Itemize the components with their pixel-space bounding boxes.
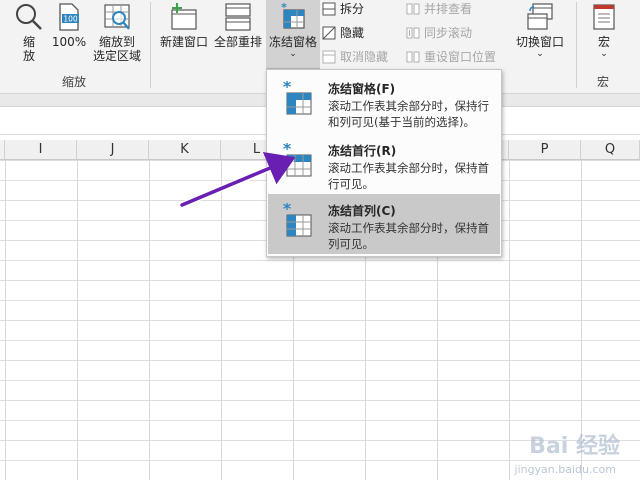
unhide-icon [322,50,336,64]
unhide-button[interactable]: 取消隐藏 [322,48,388,66]
column-header[interactable]: P [509,140,581,160]
page-100-icon: 100 [59,3,79,31]
switch-windows-icon [527,3,553,30]
hide-label: 隐藏 [340,26,365,40]
column-header[interactable]: I [5,140,77,160]
arrange-all-button[interactable]: 全部重排 [212,2,264,49]
zoom-100-button[interactable]: 100 100% [50,2,88,49]
chevron-down-icon: ⌄ [536,49,544,59]
side-by-side-icon [406,3,420,15]
page-100-icon-text: 100 [63,15,78,24]
zoom-button[interactable]: 缩 放 [14,2,44,63]
sync-scroll-icon [406,27,420,39]
zoom-selection-icon [104,4,130,30]
new-window-button[interactable]: 新建窗口 [158,2,210,49]
zoom-to-selection-label: 缩放到 选定区域 [92,35,141,63]
sync-scroll-label: 同步滚动 [424,26,473,40]
hide-icon [322,26,336,40]
freeze-panes-menu: * 冻结窗格(F) 滚动工作表其余部分时，保持行和列可见(基于当前的选择)。 *… [266,69,502,257]
menu-item-description: 滚动工作表其余部分时，保持首行可见。 [328,161,489,191]
menu-item-title: 冻结首列(C) [328,204,396,218]
freeze-panes-label: 冻结窗格 [268,35,317,49]
split-button[interactable]: 拆分 [322,0,364,18]
reset-window-position-label: 重设窗口位置 [424,50,497,64]
arrange-all-icon [225,3,251,31]
arrange-all-label: 全部重排 [213,35,262,49]
column-header[interactable]: K [149,140,221,160]
menu-item-freeze-panes[interactable]: * 冻结窗格(F) 滚动工作表其余部分时，保持行和列可见(基于当前的选择)。 [268,72,500,132]
column-header[interactable]: J [77,140,149,160]
sync-scroll-button[interactable]: 同步滚动 [406,24,472,42]
hide-button[interactable]: 隐藏 [322,24,364,42]
view-side-by-side-label: 并排查看 [424,2,473,16]
split-label: 拆分 [340,2,365,16]
switch-windows-label: 切换窗口 [515,35,564,49]
group-separator [576,2,577,88]
macros-icon [593,4,615,30]
group-separator [150,2,151,88]
chevron-down-icon: ⌄ [289,49,297,59]
macros-label: 宏 [597,35,610,49]
zoom-100-label: 100% [51,35,87,49]
column-header[interactable]: Q [581,140,640,160]
new-window-label: 新建窗口 [159,35,208,49]
svg-text:*: * [281,2,287,14]
freeze-panes-button[interactable]: * 冻结窗格 ⌄ [266,2,320,59]
menu-item-freeze-first-column[interactable]: * 冻结首列(C) 滚动工作表其余部分时，保持首列可见。 [268,194,500,254]
new-window-icon [171,3,197,30]
menu-item-freeze-top-row[interactable]: * 冻结首行(R) 滚动工作表其余部分时，保持首行可见。 [268,134,500,194]
freeze-top-row-icon: * [283,143,312,177]
zoom-group-label: 缩放 [62,75,87,89]
zoom-to-selection-button[interactable]: 缩放到 选定区域 [90,2,144,63]
reset-position-icon [406,51,420,63]
watermark-url: jingyan.baidu.com [514,463,616,476]
menu-item-title: 冻结窗格(F) [328,82,396,96]
freeze-panes-icon: * [281,2,305,29]
switch-windows-button[interactable]: 切换窗口 ⌄ [512,2,568,59]
view-side-by-side-button[interactable]: 并排查看 [406,0,472,18]
chevron-down-icon: ⌄ [600,49,608,59]
macros-button[interactable]: 宏 ⌄ [586,2,622,59]
menu-item-description: 滚动工作表其余部分时，保持行和列可见(基于当前的选择)。 [328,99,489,129]
menu-item-title: 冻结首行(R) [328,144,397,158]
macros-group-label: 宏 [597,75,610,89]
magnifier-icon [16,4,42,30]
reset-window-position-button[interactable]: 重设窗口位置 [406,48,496,66]
column-header-partial [0,140,5,160]
split-icon [322,2,336,16]
freeze-panes-icon: * [283,81,312,115]
menu-item-description: 滚动工作表其余部分时，保持首列可见。 [328,221,489,251]
freeze-first-column-icon: * [283,203,312,237]
zoom-label: 缩 放 [22,35,35,63]
unhide-label: 取消隐藏 [340,50,389,64]
watermark-logo: Bai 经验 [529,434,620,459]
